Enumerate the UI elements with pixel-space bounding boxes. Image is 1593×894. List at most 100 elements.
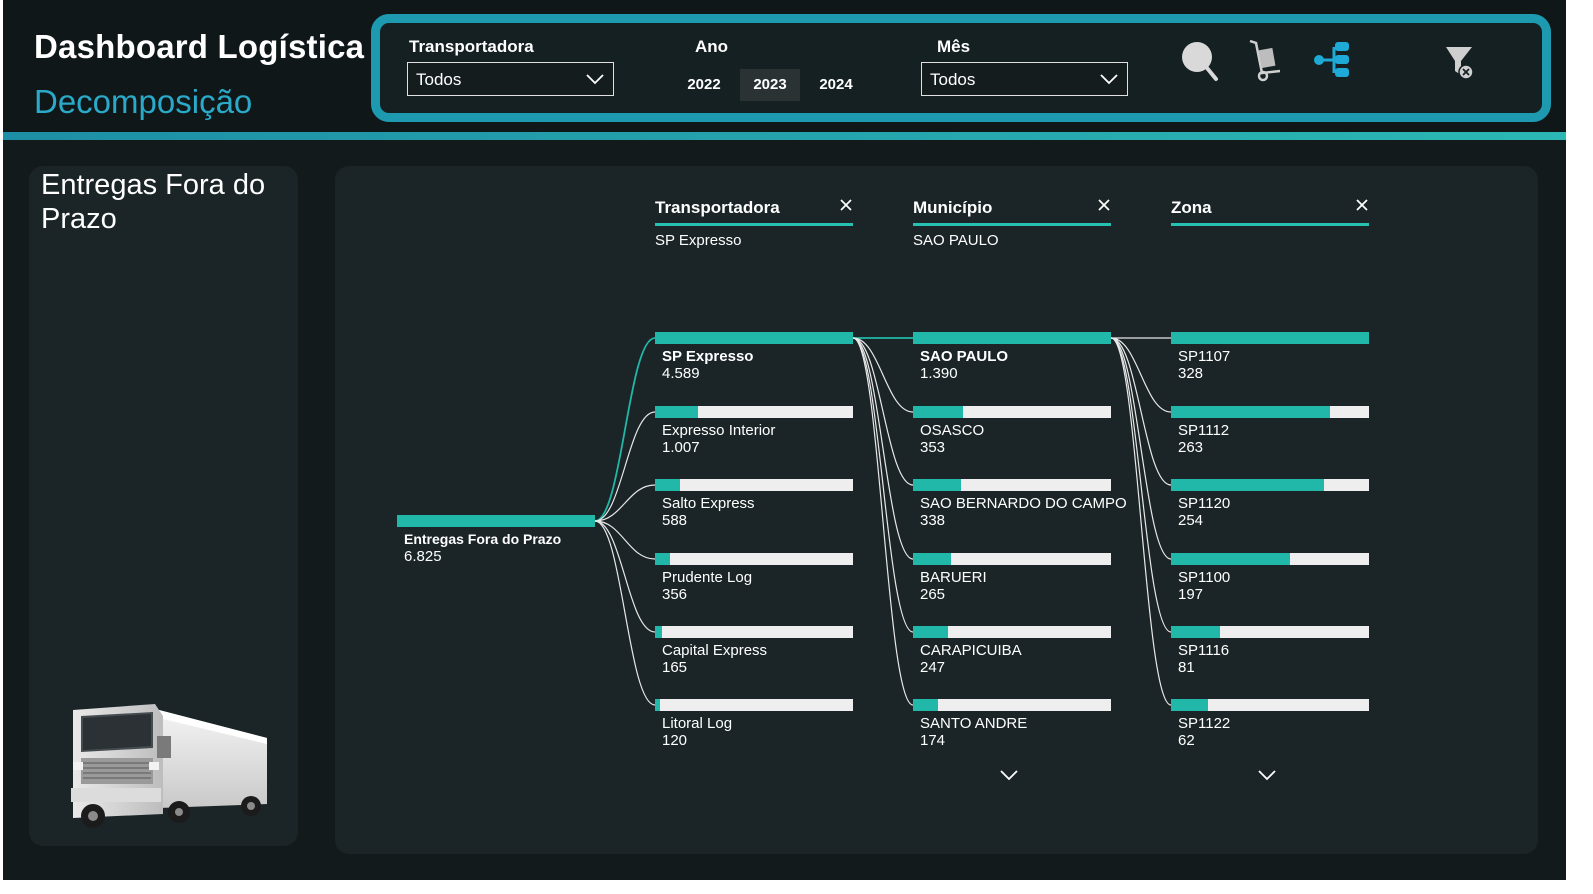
node-label: Prudente Log: [662, 569, 753, 586]
tree-node[interactable]: SP1107 328: [1171, 332, 1369, 384]
chevron-down-icon[interactable]: [1257, 768, 1277, 782]
node-value: 165: [662, 659, 688, 676]
node-label: SAO PAULO: [920, 348, 1009, 365]
node-bar: [913, 699, 1111, 711]
close-icon[interactable]: [1355, 198, 1369, 212]
tree-node[interactable]: Salto Express 588: [655, 479, 853, 531]
column-header-label: Transportadora: [655, 198, 780, 217]
tree-connector: [852, 337, 914, 486]
node-bar-fill: [1171, 699, 1209, 711]
node-bar-fill: [655, 406, 699, 418]
truck-image: [71, 704, 267, 828]
node-bar-fill: [913, 332, 1111, 344]
kpi-card: Entregas Fora do Prazo: [29, 166, 298, 846]
node-label: BARUERI: [920, 569, 987, 586]
column-selected-value: SP Expresso: [655, 232, 742, 249]
node-label: Salto Express: [662, 495, 755, 512]
node-value: 265: [920, 586, 946, 603]
node-bar: [655, 626, 853, 638]
tree-column-header-municipio: Município: [913, 196, 1111, 226]
tree-connector: [852, 337, 914, 633]
page-title: Dashboard Logística: [34, 28, 365, 65]
tree-node[interactable]: SP1122 62: [1171, 699, 1369, 751]
tree-node[interactable]: SP1120 254: [1171, 479, 1369, 531]
tree-node[interactable]: SAO PAULO 1.390: [913, 332, 1111, 384]
chevron-down-icon[interactable]: [999, 768, 1019, 782]
node-value: 81: [1178, 659, 1195, 676]
ano-filter-label: Ano: [695, 37, 729, 56]
tree-node[interactable]: SP1100 197: [1171, 553, 1369, 605]
column-selected-value: SAO PAULO: [913, 232, 999, 249]
transportadora-dropdown[interactable]: Todos: [407, 62, 614, 96]
tree-node[interactable]: Capital Express 165: [655, 626, 853, 678]
node-label: SP1100: [1178, 569, 1231, 586]
node-bar: [1171, 406, 1369, 418]
node-label: SP1107: [1178, 348, 1231, 365]
node-label: SP1112: [1178, 422, 1230, 439]
transportadora-filter-label: Transportadora: [409, 37, 534, 56]
page-subtitle: Decomposição: [34, 83, 253, 120]
node-value: 247: [920, 659, 946, 676]
chevron-down-icon: [586, 74, 604, 85]
mes-dropdown[interactable]: Todos: [921, 62, 1128, 96]
node-bar-fill: [913, 699, 938, 711]
tree-node[interactable]: SP1112 263: [1171, 406, 1369, 458]
header-accent-line: [3, 132, 1566, 140]
tree-node[interactable]: Expresso Interior 1.007: [655, 406, 853, 458]
node-bar: [655, 699, 853, 711]
node-value: 4.589: [662, 365, 700, 382]
year-button-2023[interactable]: 2023: [740, 69, 800, 101]
node-bar: [913, 332, 1111, 344]
node-bar-fill: [655, 626, 663, 638]
node-label: Litoral Log: [662, 715, 733, 732]
node-bar-fill: [1171, 553, 1290, 565]
transportadora-dropdown-value: Todos: [416, 70, 462, 89]
clear-filter-icon[interactable]: [1444, 45, 1476, 81]
tree-node[interactable]: OSASCO 353: [913, 406, 1111, 458]
tree-node[interactable]: Litoral Log 120: [655, 699, 853, 751]
node-bar: [1171, 332, 1369, 344]
tree-connector: [594, 520, 656, 706]
close-icon[interactable]: [839, 198, 853, 212]
year-button-2022[interactable]: 2022: [674, 69, 734, 101]
node-label: Capital Express: [662, 642, 768, 659]
decomposition-tree-icon[interactable]: [1312, 39, 1356, 81]
node-bar: [1171, 699, 1369, 711]
node-label: SP1116: [1178, 642, 1230, 659]
dashboard-frame: Dashboard Logística Decomposição Transpo…: [3, 0, 1566, 880]
tree-node[interactable]: SP Expresso 4.589: [655, 332, 853, 384]
tree-root-node[interactable]: Entregas Fora do Prazo 6.825: [397, 515, 595, 567]
tree-connector: [1110, 337, 1172, 486]
chevron-down-icon: [1100, 74, 1118, 85]
node-bar: [655, 479, 853, 491]
tree-connector: [594, 337, 656, 522]
node-bar-fill: [913, 406, 964, 418]
node-value: 338: [920, 512, 946, 529]
node-label: SP1122: [1178, 715, 1231, 732]
tree-node[interactable]: SANTO ANDRE 174: [913, 699, 1111, 751]
search-icon[interactable]: [1180, 39, 1220, 83]
tree-node[interactable]: BARUERI 265: [913, 553, 1111, 605]
hand-truck-icon[interactable]: [1246, 37, 1286, 83]
tree-node[interactable]: SAO BERNARDO DO CAMPO 338: [913, 479, 1127, 531]
node-bar: [913, 406, 1111, 418]
node-bar-fill: [655, 332, 853, 344]
year-button-2024[interactable]: 2024: [806, 69, 866, 101]
tree-connector: [1110, 337, 1172, 633]
node-bar: [1171, 553, 1369, 565]
node-value: 356: [662, 586, 688, 603]
tree-node[interactable]: CARAPICUIBA 247: [913, 626, 1111, 678]
node-value: 120: [662, 732, 688, 749]
tree-node[interactable]: SP1116 81: [1171, 626, 1369, 678]
node-bar-fill: [655, 479, 681, 491]
tree-node[interactable]: Prudente Log 356: [655, 553, 853, 605]
node-bar-fill: [913, 553, 951, 565]
column-header-label: Zona: [1171, 198, 1212, 217]
node-label: SP1120: [1178, 495, 1231, 512]
close-icon[interactable]: [1097, 198, 1111, 212]
node-label: Expresso Interior: [662, 422, 776, 439]
tree-connector: [852, 337, 914, 706]
node-value: 1.007: [662, 439, 700, 456]
node-bar: [913, 479, 1111, 491]
tree-column-header-transportadora: Transportadora: [655, 196, 853, 226]
